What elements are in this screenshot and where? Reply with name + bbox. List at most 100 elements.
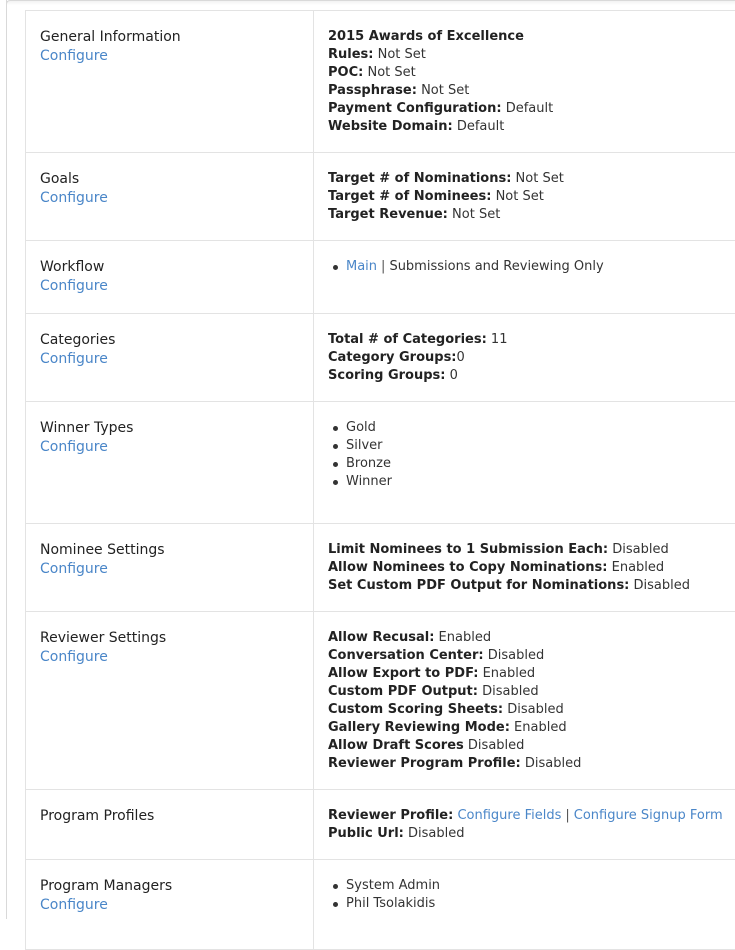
setting-value: Enabled	[439, 630, 492, 645]
table-row: General Information Configure 2015 Award…	[26, 11, 735, 153]
configure-fields-link[interactable]: Configure Fields	[457, 808, 561, 823]
setting-value: Not Set	[378, 47, 426, 62]
program-managers-value-cell: System AdminPhil Tsolakidis	[314, 860, 735, 950]
section-title: Categories	[40, 331, 303, 349]
setting-value: Enabled	[514, 720, 567, 735]
general-info-configure-link[interactable]: Configure	[40, 46, 108, 67]
section-title: Goals	[40, 170, 303, 188]
setting-key: Scoring Groups:	[328, 368, 445, 383]
setting-row: Reviewer Program Profile: Disabled	[328, 755, 726, 773]
setting-key: Target # of Nominees:	[328, 189, 491, 204]
program-name: 2015 Awards of Excellence	[328, 28, 726, 46]
setting-value: Default	[506, 101, 554, 116]
setting-key: Website Domain:	[328, 119, 453, 134]
program-profiles-value-cell: Reviewer Profile: Configure Fields|Confi…	[314, 790, 735, 860]
setting-row: Allow Export to PDF: Enabled	[328, 665, 726, 683]
setting-value: Not Set	[367, 65, 415, 80]
setting-row: Total # of Categories: 11	[328, 331, 726, 349]
setting-value: 0	[457, 350, 465, 365]
table-row: Program Profiles Reviewer Profile: Confi…	[26, 790, 735, 860]
list-item: Winner	[346, 473, 726, 491]
reviewer-profile-line: Reviewer Profile: Configure Fields|Confi…	[328, 807, 726, 825]
list-item: Phil Tsolakidis	[346, 895, 726, 913]
workflow-configure-link[interactable]: Configure	[40, 276, 108, 297]
setting-key: POC:	[328, 65, 363, 80]
workflow-label-cell: Workflow Configure	[26, 241, 314, 314]
program-settings-table: General Information Configure 2015 Award…	[25, 10, 735, 950]
setting-value: Not Set	[452, 207, 500, 222]
setting-row: POC: Not Set	[328, 64, 726, 82]
setting-key: Public Url:	[328, 826, 404, 841]
setting-key: Reviewer Profile:	[328, 808, 453, 823]
setting-row: Website Domain: Default	[328, 118, 726, 136]
winner-types-configure-link[interactable]: Configure	[40, 437, 108, 458]
section-title: General Information	[40, 28, 303, 46]
categories-value-cell: Total # of Categories: 11Category Groups…	[314, 314, 735, 402]
workflow-main-link[interactable]: Main	[346, 259, 377, 274]
program-managers-configure-link[interactable]: Configure	[40, 895, 108, 916]
setting-key: Allow Nominees to Copy Nominations:	[328, 560, 608, 575]
workflow-description: Submissions and Reviewing Only	[389, 259, 603, 274]
setting-key: Rules:	[328, 47, 373, 62]
public-url-line: Public Url: Disabled	[328, 825, 726, 843]
winner-types-list: GoldSilverBronzeWinner	[328, 419, 726, 491]
setting-row: Allow Draft Scores Disabled	[328, 737, 726, 755]
setting-row: Payment Configuration: Default	[328, 100, 726, 118]
setting-row: Target Revenue: Not Set	[328, 206, 726, 224]
goals-value-cell: Target # of Nominations: Not SetTarget #…	[314, 153, 735, 241]
nominee-settings-value-cell: Limit Nominees to 1 Submission Each: Dis…	[314, 524, 735, 612]
setting-row: Custom PDF Output: Disabled	[328, 683, 726, 701]
section-title: Winner Types	[40, 419, 303, 437]
separator: |	[377, 259, 389, 274]
setting-row: Rules: Not Set	[328, 46, 726, 64]
reviewer-settings-configure-link[interactable]: Configure	[40, 647, 108, 668]
setting-value: Enabled	[612, 560, 665, 575]
nominee-settings-label-cell: Nominee Settings Configure	[26, 524, 314, 612]
categories-configure-link[interactable]: Configure	[40, 349, 108, 370]
table-row: Program Managers Configure System AdminP…	[26, 860, 735, 950]
table-row: Workflow Configure Main|Submissions and …	[26, 241, 735, 314]
setting-row: Allow Nominees to Copy Nominations: Enab…	[328, 559, 726, 577]
setting-value: Disabled	[482, 684, 538, 699]
setting-key: Custom Scoring Sheets:	[328, 702, 503, 717]
section-title: Nominee Settings	[40, 541, 303, 559]
setting-row: Category Groups:0	[328, 349, 726, 367]
setting-value: 11	[491, 332, 508, 347]
setting-key: Allow Draft Scores	[328, 738, 464, 753]
list-item: System Admin	[346, 877, 726, 895]
setting-row: Target # of Nominations: Not Set	[328, 170, 726, 188]
setting-key: Gallery Reviewing Mode:	[328, 720, 510, 735]
page-left-border	[6, 0, 7, 919]
setting-key: Payment Configuration:	[328, 101, 502, 116]
setting-key: Allow Export to PDF:	[328, 666, 478, 681]
table-row: Nominee Settings Configure Limit Nominee…	[26, 524, 735, 612]
program-managers-label-cell: Program Managers Configure	[26, 860, 314, 950]
page-top-border	[6, 0, 735, 5]
section-title: Program Profiles	[40, 807, 303, 825]
separator: |	[561, 808, 573, 823]
setting-row: Conversation Center: Disabled	[328, 647, 726, 665]
setting-value: Disabled	[612, 542, 668, 557]
setting-value: Disabled	[634, 578, 690, 593]
setting-row: Set Custom PDF Output for Nominations: D…	[328, 577, 726, 595]
setting-value: Default	[457, 119, 505, 134]
setting-key: Target Revenue:	[328, 207, 448, 222]
winner-types-label-cell: Winner Types Configure	[26, 402, 314, 524]
winner-types-value-cell: GoldSilverBronzeWinner	[314, 402, 735, 524]
nominee-settings-configure-link[interactable]: Configure	[40, 559, 108, 580]
reviewer-settings-value-cell: Allow Recusal: EnabledConversation Cente…	[314, 612, 735, 790]
configure-signup-form-link[interactable]: Configure Signup Form	[574, 808, 723, 823]
workflow-value-cell: Main|Submissions and Reviewing Only	[314, 241, 735, 314]
setting-key: Custom PDF Output:	[328, 684, 478, 699]
setting-value: Enabled	[483, 666, 536, 681]
setting-key: Category Groups:	[328, 350, 457, 365]
general-info-label-cell: General Information Configure	[26, 11, 314, 153]
goals-configure-link[interactable]: Configure	[40, 188, 108, 209]
general-info-value-cell: 2015 Awards of Excellence Rules: Not Set…	[314, 11, 735, 153]
table-row: Categories Configure Total # of Categori…	[26, 314, 735, 402]
setting-value: Not Set	[496, 189, 544, 204]
setting-row: Custom Scoring Sheets: Disabled	[328, 701, 726, 719]
section-title: Workflow	[40, 258, 303, 276]
setting-key: Limit Nominees to 1 Submission Each:	[328, 542, 608, 557]
setting-row: Scoring Groups: 0	[328, 367, 726, 385]
